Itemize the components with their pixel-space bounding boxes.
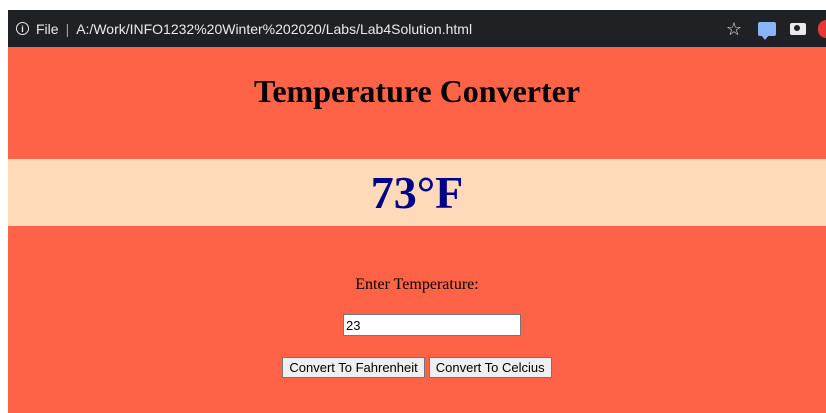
temperature-input[interactable] — [343, 314, 521, 336]
camera-extension-icon[interactable] — [790, 22, 806, 35]
page-title: Temperature Converter — [253, 73, 581, 109]
bookmark-star-icon[interactable]: ☆ — [724, 19, 744, 39]
extension-chat-icon[interactable] — [758, 21, 776, 40]
temperature-result: 73°F — [370, 167, 464, 218]
profile-avatar-icon[interactable] — [818, 19, 826, 38]
convert-button-row: Convert To Fahrenheit Convert To Celcius — [8, 357, 826, 378]
address-separator: | — [65, 20, 70, 37]
info-icon[interactable]: i — [16, 22, 29, 35]
convert-to-fahrenheit-button[interactable]: Convert To Fahrenheit — [282, 357, 425, 378]
page-body: Temperature Converter 73°F Enter Tempera… — [8, 47, 826, 413]
browser-toolbar-actions: ☆ — [724, 10, 826, 47]
enter-temperature-label: Enter Temperature: — [355, 276, 479, 293]
convert-to-celcius-button[interactable]: Convert To Celcius — [428, 357, 552, 378]
browser-address-bar: i File | A:/Work/INFO1232%20Winter%20202… — [8, 10, 826, 47]
url-text[interactable]: A:/Work/INFO1232%20Winter%202020/Labs/La… — [76, 21, 472, 37]
result-band: 73°F — [8, 159, 826, 226]
file-label: File — [36, 20, 59, 37]
